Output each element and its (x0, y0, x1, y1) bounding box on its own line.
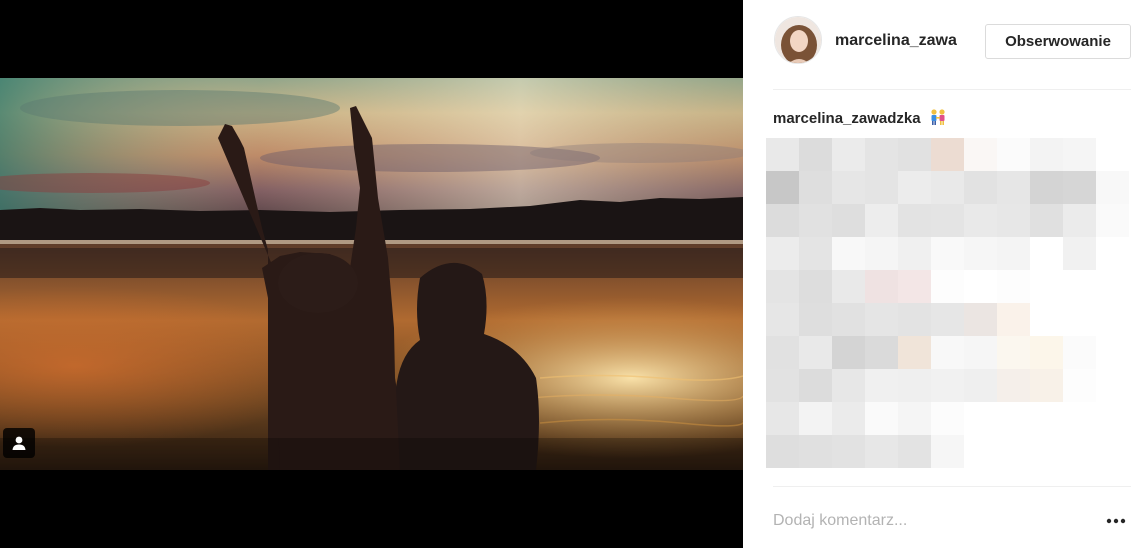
header-divider (773, 89, 1131, 90)
post-photo[interactable] (0, 78, 743, 470)
post-header: marcelina_zawa Obserwowanie (743, 0, 1137, 86)
more-options-icon (1106, 518, 1126, 524)
caption-username-label: marcelina_zawadzka (773, 110, 921, 127)
post-media (0, 0, 743, 548)
couple-holding-hands-icon (931, 109, 945, 125)
caption-username[interactable]: marcelina_zawadzka (773, 108, 947, 127)
post-details-panel: marcelina_zawa Obserwowanie marcelina_za… (743, 0, 1137, 548)
pixelated-caption-text (766, 138, 1130, 474)
more-options-button[interactable] (1101, 508, 1131, 534)
comments-divider (773, 486, 1131, 487)
user-tag-icon (12, 436, 26, 450)
comment-input[interactable] (773, 506, 1083, 536)
avatar[interactable] (774, 16, 822, 64)
follow-button[interactable]: Obserwowanie (985, 24, 1131, 59)
author-username[interactable]: marcelina_zawa (835, 32, 957, 50)
user-tag-button[interactable] (3, 428, 35, 458)
